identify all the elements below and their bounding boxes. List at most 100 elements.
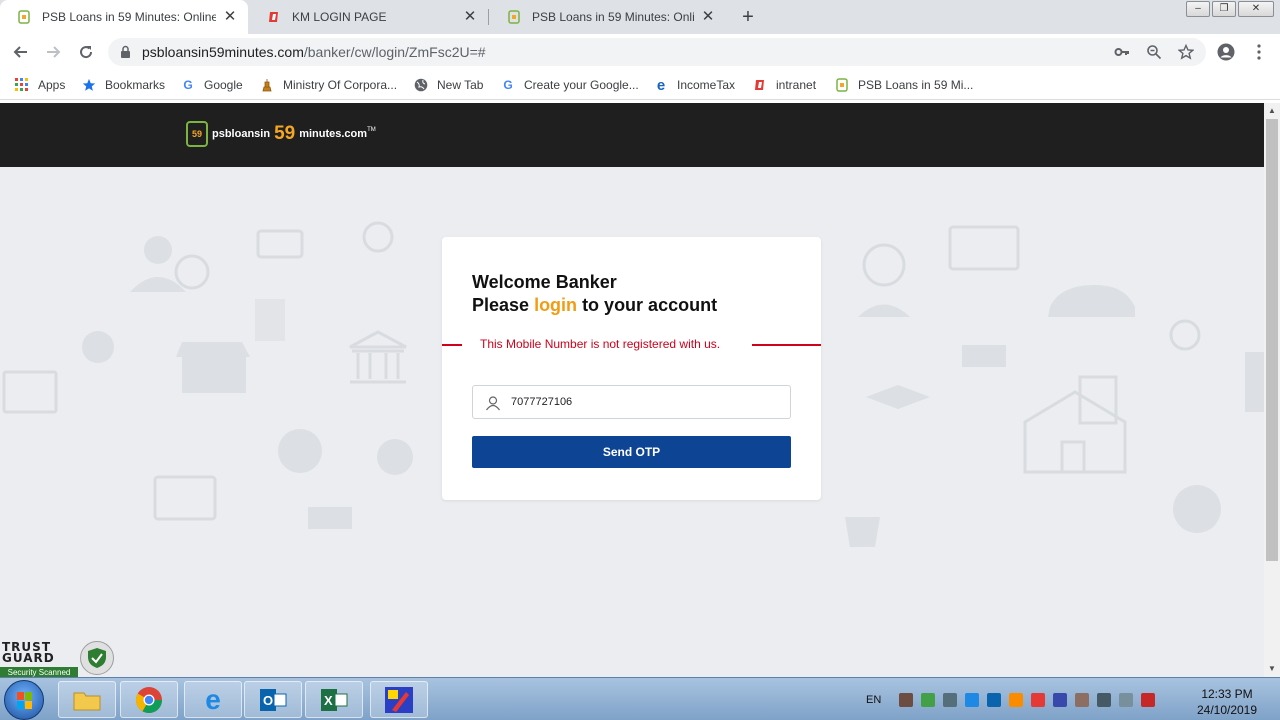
- tab-km-login[interactable]: KM LOGIN PAGE ✕: [250, 0, 488, 34]
- close-window-button[interactable]: ✕: [1238, 1, 1274, 17]
- language-indicator[interactable]: EN: [866, 694, 881, 706]
- tray-flag-icon[interactable]: [1053, 692, 1068, 707]
- psb-favicon-icon: [506, 9, 522, 25]
- ie-icon: e: [205, 683, 221, 715]
- scroll-up-icon[interactable]: ▲: [1264, 103, 1280, 119]
- tab-psb-loans-1[interactable]: PSB Loans in 59 Minutes: Online ✕: [0, 0, 248, 34]
- tray-app-icon[interactable]: [899, 692, 914, 707]
- key-icon[interactable]: [1112, 42, 1132, 62]
- forward-button[interactable]: [41, 40, 65, 64]
- tab-title: KM LOGIN PAGE: [292, 10, 387, 24]
- google-icon: G: [183, 78, 193, 92]
- logo-text-59: 59: [274, 123, 296, 144]
- reload-icon: [80, 46, 93, 59]
- google-icon: G: [503, 78, 513, 92]
- address-bar[interactable]: psbloansin59minutes.com/banker/cw/login/…: [108, 38, 1206, 66]
- taskbar-outlook[interactable]: O: [244, 681, 302, 718]
- account-circle-icon: [1217, 43, 1235, 61]
- trustguard-badge[interactable]: TRUST GUARD Security Scanned: [0, 640, 116, 677]
- windows-logo-icon: [17, 692, 32, 709]
- scroll-down-icon[interactable]: ▼: [1264, 661, 1280, 677]
- bookmark-label: Create your Google...: [524, 78, 639, 92]
- tray-app-icon[interactable]: [1009, 692, 1024, 707]
- bookmark-label: Apps: [38, 78, 66, 92]
- shield-icon: [80, 641, 114, 675]
- tab-separator: [488, 9, 489, 25]
- tab-strip: PSB Loans in 59 Minutes: Online ✕ KM LOG…: [0, 0, 1280, 34]
- site-logo[interactable]: 59 psbloansin 59 minutes.com TM: [186, 121, 376, 147]
- logo-trademark: TM: [367, 127, 376, 133]
- back-arrow-icon: [13, 46, 27, 58]
- tray-outlook-icon[interactable]: [987, 692, 1002, 707]
- bookmark-label: intranet: [776, 78, 817, 92]
- close-tab-icon[interactable]: ✕: [222, 9, 238, 25]
- mobile-number-input[interactable]: [511, 394, 781, 410]
- back-button[interactable]: [9, 40, 33, 64]
- mobile-number-field[interactable]: [472, 385, 791, 419]
- error-rule-left: [442, 344, 462, 346]
- bookmark-label: Google: [204, 78, 243, 92]
- page-viewport: 59 psbloansin 59 minutes.com TM Welcome …: [0, 103, 1264, 677]
- taskbar-clock[interactable]: 12:33 PM 24/10/2019: [1188, 686, 1266, 718]
- close-tab-icon[interactable]: ✕: [700, 9, 716, 25]
- login-card: Welcome Banker Please login to your acco…: [442, 237, 821, 500]
- tab-title: PSB Loans in 59 Minutes: Online: [532, 10, 694, 24]
- site-header: 59 psbloansin 59 minutes.com TM: [0, 103, 1264, 167]
- bookmarks-bar: Apps Bookmarks G Google Ministry Of Corp…: [0, 70, 1280, 100]
- new-tab-button[interactable]: +: [738, 6, 758, 28]
- taskbar-internet-explorer[interactable]: e: [184, 681, 242, 718]
- kebab-menu-icon: [1257, 44, 1261, 60]
- minimize-button[interactable]: –: [1186, 1, 1210, 17]
- reload-button[interactable]: [74, 40, 98, 64]
- taskbar-file-explorer[interactable]: [58, 681, 116, 718]
- error-message: This Mobile Number is not registered wit…: [480, 337, 721, 351]
- trustguard-wordmark: TRUST GUARD: [2, 641, 55, 664]
- tray-monitor-icon[interactable]: [1097, 692, 1112, 707]
- zoom-icon[interactable]: [1144, 42, 1164, 62]
- star-bookmark-icon[interactable]: [1176, 42, 1196, 62]
- star-icon: [81, 77, 97, 93]
- tray-printer-icon[interactable]: [943, 692, 958, 707]
- start-button[interactable]: [4, 680, 44, 720]
- screen: PSB Loans in 59 Minutes: Online ✕ KM LOG…: [0, 0, 1280, 720]
- welcome-heading: Welcome Banker: [472, 272, 617, 292]
- tray-network-app-icon[interactable]: [965, 692, 980, 707]
- volume-icon[interactable]: [1075, 692, 1090, 707]
- tray-quickheal-icon[interactable]: [921, 692, 936, 707]
- bookmark-incometax[interactable]: e IncomeTax: [653, 76, 735, 94]
- folder-icon: [73, 692, 101, 710]
- url-path: /banker/cw/login/ZmFsc2U=#: [303, 44, 486, 60]
- bookmark-label: IncomeTax: [677, 78, 736, 92]
- scroll-thumb[interactable]: [1266, 119, 1278, 561]
- tray-app-icon[interactable]: [1031, 692, 1046, 707]
- bookmark-psb[interactable]: PSB Loans in 59 Mi...: [834, 76, 973, 94]
- bookmark-intranet[interactable]: intranet: [752, 76, 816, 94]
- logo-text-minutes: minutes.com: [299, 128, 368, 140]
- bookmark-google[interactable]: G Google: [180, 76, 243, 94]
- close-tab-icon[interactable]: ✕: [462, 9, 478, 25]
- apps-grid-icon: [14, 77, 30, 93]
- bookmark-new-tab[interactable]: New Tab: [413, 76, 483, 94]
- page-scrollbar[interactable]: ▲ ▼: [1264, 103, 1280, 677]
- bookmark-create-google[interactable]: G Create your Google...: [500, 76, 639, 94]
- restore-button[interactable]: ❐: [1212, 1, 1236, 17]
- bookmark-apps[interactable]: Apps: [14, 76, 65, 94]
- bookmark-ministry[interactable]: Ministry Of Corpora...: [259, 76, 397, 94]
- forward-arrow-icon: [47, 46, 61, 58]
- tab-psb-loans-2[interactable]: PSB Loans in 59 Minutes: Online ✕: [490, 0, 726, 34]
- taskbar-chrome[interactable]: [120, 681, 178, 718]
- action-center-icon[interactable]: [1141, 692, 1156, 707]
- bookmark-bookmarks[interactable]: Bookmarks: [81, 76, 165, 94]
- tab-title: PSB Loans in 59 Minutes: Online: [42, 10, 216, 24]
- security-scanned-label: Security Scanned: [0, 667, 78, 677]
- send-otp-button[interactable]: Send OTP: [472, 436, 791, 468]
- profile-button[interactable]: [1214, 40, 1238, 64]
- login-subheading: Please login to your account: [472, 295, 717, 316]
- menu-button[interactable]: [1247, 40, 1271, 64]
- psb-favicon-icon: [834, 77, 850, 93]
- url-text: psbloansin59minutes.com/banker/cw/login/…: [142, 44, 486, 60]
- network-icon[interactable]: [1119, 692, 1134, 707]
- taskbar-excel[interactable]: X: [305, 681, 363, 718]
- taskbar-paint-app[interactable]: [370, 681, 428, 718]
- bookmark-label: PSB Loans in 59 Mi...: [858, 78, 974, 92]
